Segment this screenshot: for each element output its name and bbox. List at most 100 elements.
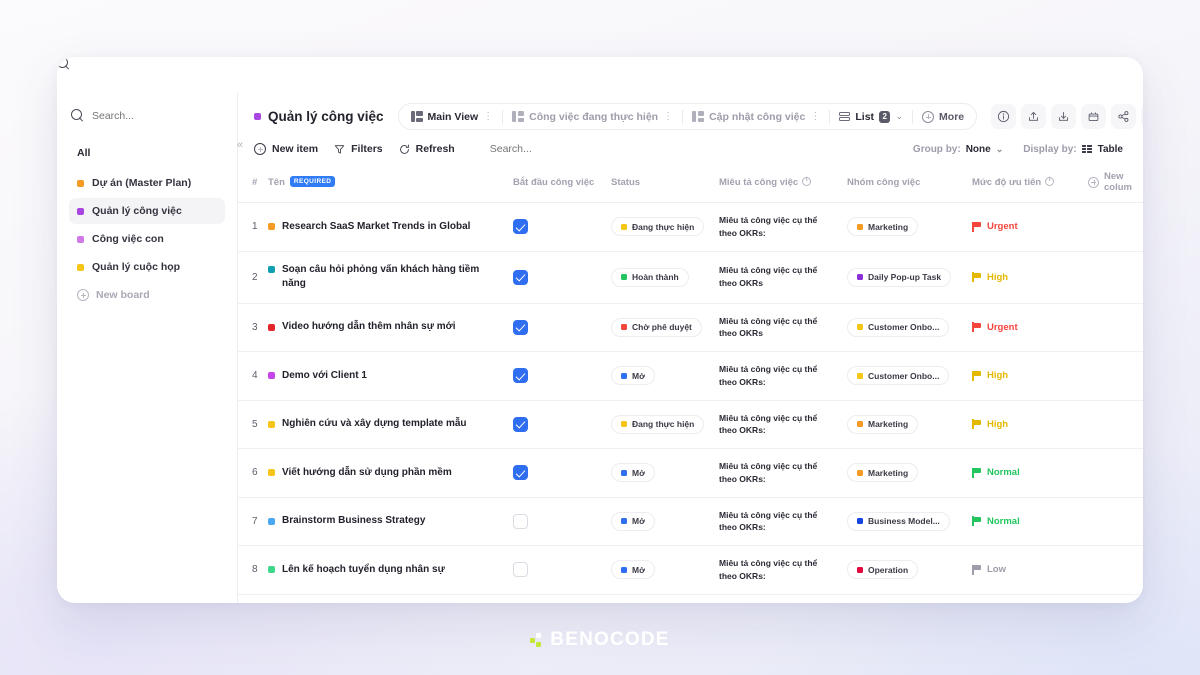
column-header-status[interactable]: Status	[611, 165, 719, 203]
status-badge[interactable]: Hoàn thành	[611, 267, 689, 287]
priority-cell[interactable]: High	[972, 419, 1088, 430]
main-content: Quản lý công việc Main View ⋮ Công việc đa…	[238, 93, 1143, 603]
task-name-cell[interactable]: Demo với Client 1	[268, 369, 513, 384]
table-row[interactable]: 2 Soạn câu hỏi phỏng vấn khách hàng tiềm …	[238, 251, 1143, 304]
sidebar-search-input[interactable]	[92, 109, 219, 122]
tab-view-2[interactable]: Công việc đang thực hiện ⋮	[503, 104, 682, 129]
table-row[interactable]: 6 Viết hướng dẫn sử dụng phần mềm Mở Miêu t…	[238, 448, 1143, 498]
priority-cell[interactable]: Normal	[972, 516, 1088, 527]
group-by-control[interactable]: Group by: None ⌄	[913, 144, 1003, 155]
filters-button[interactable]: Filters	[334, 143, 383, 155]
sidebar-item-4[interactable]: Quản lý cuộc họp	[69, 254, 225, 280]
task-name-cell[interactable]: Soạn câu hỏi phỏng vấn khách hàng tiềm n…	[268, 263, 513, 292]
status-badge[interactable]: Đang thực hiện	[611, 414, 705, 434]
table-search-input[interactable]	[489, 143, 600, 155]
start-task-checkbox[interactable]	[513, 513, 528, 529]
share-icon[interactable]	[1111, 104, 1137, 129]
task-name-cell[interactable]: Nghiên cứu và xây dựng template mẫu	[268, 417, 513, 432]
flag-icon	[972, 322, 981, 333]
sidebar-item-2[interactable]: Quản lý công việc	[69, 198, 225, 224]
new-board-button[interactable]: New board	[69, 282, 225, 308]
table-row[interactable]: 8 Lên kế hoạch tuyển dụng nhân sự Mở Miêu t…	[238, 545, 1143, 595]
column-header-priority[interactable]: Mức độ ưu tiên	[972, 165, 1088, 203]
column-header-group[interactable]: Nhóm công việc	[847, 165, 972, 203]
table-row[interactable]: 5 Nghiên cứu và xây dựng template mẫu Đang…	[238, 400, 1143, 449]
status-badge[interactable]: Đang thực hiện	[611, 217, 705, 237]
view-tab-menu-icon[interactable]: ⋮	[810, 111, 820, 122]
table-row[interactable]: 7 Brainstorm Business Strategy Mở Miêu tả c…	[238, 497, 1143, 546]
start-task-checkbox[interactable]	[513, 416, 528, 432]
empty-cell	[1088, 594, 1143, 603]
column-header-name[interactable]: Tên REQUIRED	[268, 165, 513, 203]
task-name-cell[interactable]: Brainstorm Business Strategy	[268, 514, 513, 529]
group-badge[interactable]: Operation	[847, 560, 919, 580]
task-description: Miêu tả công việc cụ thể theo OKRs	[719, 265, 818, 288]
view-tab-menu-icon[interactable]: ⋮	[483, 111, 493, 122]
table-row[interactable]: 4 Demo với Client 1 Mở Miêu tả công việc cụ…	[238, 351, 1143, 401]
status-badge[interactable]: Chờ phê duyệt	[611, 317, 702, 337]
board-color-dot	[77, 207, 84, 215]
tab-view-3[interactable]: Cập nhật công việc ⋮	[683, 104, 829, 129]
view-tab-label: Công việc đang thực hiện	[529, 110, 659, 123]
priority-label: Normal	[987, 467, 1020, 479]
group-badge[interactable]: Marketing	[847, 414, 919, 434]
new-item-button[interactable]: New item	[254, 143, 318, 155]
task-name-cell[interactable]: Viết hướng dẫn sử dụng phần mềm	[268, 466, 513, 481]
status-badge[interactable]: Mở	[611, 511, 656, 531]
sidebar-search[interactable]	[69, 105, 225, 126]
import-icon[interactable]	[1051, 104, 1077, 129]
group-badge[interactable]: Customer Onbo...	[847, 366, 950, 386]
status-label: Mở	[632, 516, 646, 527]
sidebar-collapse-button[interactable]: «	[237, 139, 243, 151]
more-views-button[interactable]: More	[913, 104, 973, 129]
priority-cell[interactable]: High	[972, 272, 1088, 283]
status-badge[interactable]: Mở	[611, 366, 656, 386]
info-icon[interactable]	[991, 104, 1017, 129]
group-badge[interactable]: Customer Onbo...	[847, 317, 950, 337]
start-task-checkbox[interactable]	[513, 219, 528, 235]
priority-cell[interactable]: Urgent	[972, 221, 1088, 232]
task-name-label: Nghiên cứu và xây dựng template mẫu	[282, 418, 467, 429]
settings-icon[interactable]	[1141, 104, 1143, 129]
task-name-cell[interactable]: Video hướng dẫn thêm nhân sự mới	[268, 320, 513, 335]
table-row[interactable]: 1 Research SaaS Market Trends in Global Đa…	[238, 202, 1143, 252]
column-header-start[interactable]: Bắt đầu công việc	[513, 165, 611, 203]
status-badge[interactable]: Mở	[611, 463, 656, 483]
column-header-new-column[interactable]: New colum	[1088, 165, 1143, 203]
group-badge[interactable]: Business Model...	[847, 511, 950, 531]
display-by-label: Display by:	[1023, 143, 1077, 155]
task-name-cell[interactable]: Research SaaS Market Trends in Global	[268, 220, 513, 235]
task-color-dot	[268, 469, 275, 476]
filter-icon	[334, 144, 345, 154]
display-by-control[interactable]: Display by: Table	[1023, 144, 1123, 155]
toolbar-right: Group by: None ⌄ Display by: Table	[913, 144, 1127, 155]
sidebar-item-all[interactable]: All	[69, 142, 225, 164]
column-header-desc[interactable]: Miêu tả công việc	[719, 165, 847, 203]
table-search[interactable]	[471, 143, 600, 155]
group-badge[interactable]: Marketing	[847, 217, 919, 237]
start-task-checkbox[interactable]	[513, 562, 528, 578]
list-view-selector[interactable]: List 2 ⌄	[830, 104, 912, 129]
tab-view-1[interactable]: Main View ⋮	[402, 104, 503, 129]
group-badge[interactable]: Daily Pop-up Task	[847, 267, 952, 287]
priority-cell[interactable]: High	[972, 370, 1088, 381]
task-name-cell[interactable]: Lên kế hoạch tuyển dụng nhân sự	[268, 563, 513, 578]
refresh-button[interactable]: Refresh	[399, 143, 455, 155]
priority-cell[interactable]: Low	[972, 564, 1088, 575]
column-header-index[interactable]: #	[238, 165, 268, 203]
priority-cell[interactable]: Urgent	[972, 322, 1088, 333]
table-row[interactable]: 9Performance Review tháng 3/2022MởMiêu t…	[238, 594, 1143, 603]
archive-icon[interactable]	[1081, 104, 1107, 129]
start-task-checkbox[interactable]	[513, 319, 528, 335]
sidebar-item-1[interactable]: Dự án (Master Plan)	[69, 170, 225, 196]
view-tab-menu-icon[interactable]: ⋮	[663, 111, 673, 122]
group-badge[interactable]: Marketing	[847, 463, 919, 483]
status-badge[interactable]: Mở	[611, 560, 656, 580]
sidebar-item-3[interactable]: Công việc con	[69, 226, 225, 252]
start-task-checkbox[interactable]	[513, 368, 528, 384]
start-task-checkbox[interactable]	[513, 465, 528, 481]
priority-cell[interactable]: Normal	[972, 467, 1088, 478]
export-icon[interactable]	[1021, 104, 1047, 129]
start-task-checkbox[interactable]	[513, 269, 528, 285]
table-row[interactable]: 3 Video hướng dẫn thêm nhân sự mới Chờ phê…	[238, 303, 1143, 352]
